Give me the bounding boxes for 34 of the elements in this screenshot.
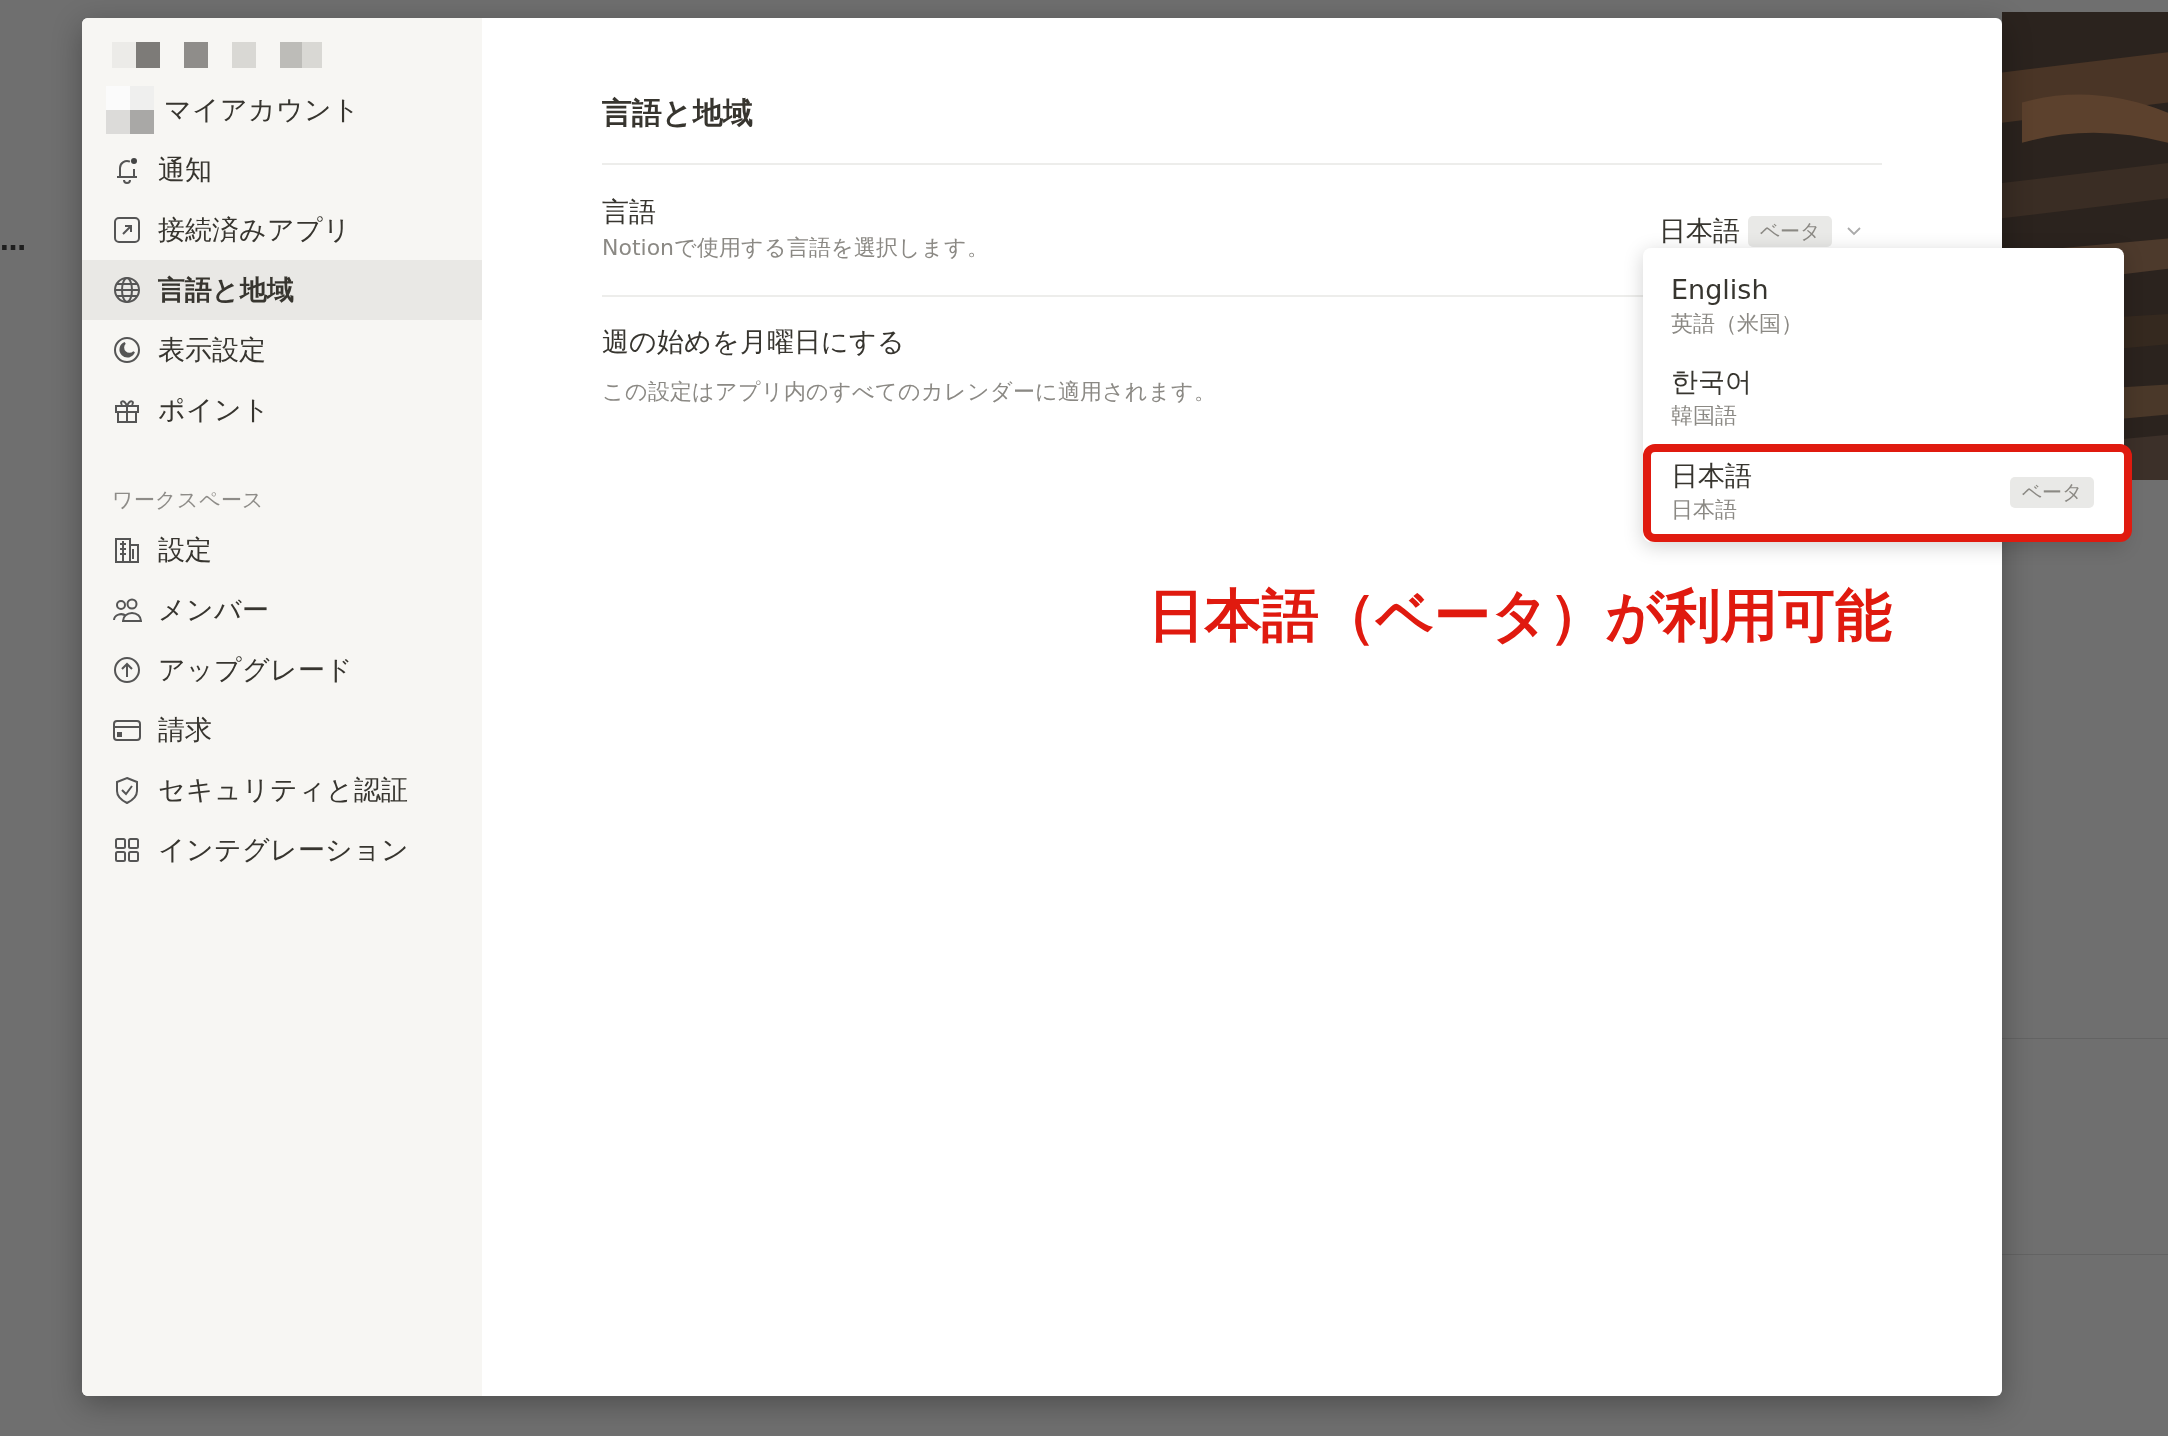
building-icon	[112, 535, 142, 565]
sidebar-item[interactable]: マイアカウント	[82, 80, 482, 140]
language-select[interactable]: 日本語 ベータ	[1659, 213, 1862, 249]
language-option[interactable]: 한국어 韓国語	[1643, 352, 2124, 444]
moon-icon	[112, 335, 142, 365]
sidebar-item[interactable]: セキュリティと認証	[82, 760, 482, 820]
sidebar-item[interactable]: 表示設定	[82, 320, 482, 380]
sidebar-item[interactable]: 設定	[82, 520, 482, 580]
section-label: ワークスペース	[111, 487, 264, 514]
up-arrow-circle-icon	[112, 655, 142, 685]
sidebar-item[interactable]: 接続済みアプリ	[82, 200, 482, 260]
globe-icon	[112, 275, 142, 305]
sidebar-item[interactable]: 請求	[82, 700, 482, 760]
sidebar-item[interactable]: 言語と地域	[82, 260, 482, 320]
grid-icon	[112, 835, 142, 865]
arrow-square-icon	[112, 215, 142, 245]
setting-label: 週の始めを月曜日にする	[602, 325, 906, 359]
avatar-icon	[106, 86, 154, 134]
beta-badge: ベータ	[1748, 215, 1832, 247]
setting-description: この設定はアプリ内のすべてのカレンダーに適用されます。	[602, 378, 1216, 406]
chevron-down-icon	[1846, 226, 1862, 236]
setting-label: 言語	[602, 195, 657, 229]
sidebar-item[interactable]: メンバー	[82, 580, 482, 640]
language-option[interactable]: 日本語 日本語 ベータ	[1643, 444, 2132, 542]
setting-description: Notionで使用する言語を選択します。	[602, 234, 990, 262]
sidebar-item[interactable]: 通知	[82, 140, 482, 200]
sidebar-item[interactable]: アップグレード	[82, 640, 482, 700]
truncated-text: …	[0, 226, 26, 256]
sidebar-item[interactable]: ポイント	[82, 380, 482, 440]
language-option[interactable]: English 英語（米国）	[1643, 260, 2124, 352]
sidebar-item[interactable]: インテグレーション	[82, 820, 482, 880]
annotation-text: 日本語（ベータ）が利用可能	[1148, 581, 1892, 650]
beta-badge: ベータ	[2010, 476, 2094, 508]
page-title: 言語と地域	[602, 93, 1882, 165]
